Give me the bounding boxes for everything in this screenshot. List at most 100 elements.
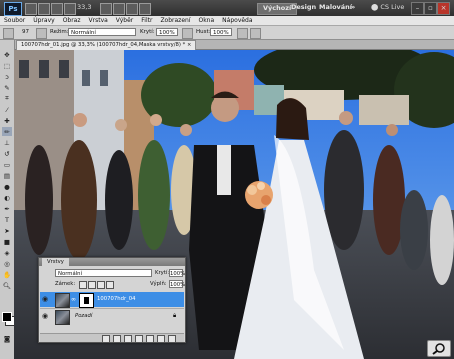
zoom-tool-icon[interactable]	[64, 3, 76, 15]
workspace-more-icon[interactable]: »	[346, 3, 360, 13]
new-layer-icon[interactable]	[157, 335, 165, 343]
clone-stamp-tool-icon[interactable]: ⊥	[2, 138, 12, 147]
layer-opacity-label: Krytí:	[155, 270, 170, 276]
fill-field[interactable]: 100%	[169, 280, 185, 288]
application-bar: Ps 33,3 Výchozí Design Malování » ⬤ CS L…	[0, 0, 454, 16]
rotate-view-icon[interactable]	[113, 3, 125, 15]
quick-mask-icon[interactable]: ◙	[2, 334, 12, 343]
lock-label: Zámek:	[55, 281, 76, 287]
lock-position-icon[interactable]	[97, 281, 105, 289]
zoom-tool-icon[interactable]: 🔍︎	[2, 281, 12, 290]
layer-opacity-field[interactable]: 100%	[169, 269, 185, 277]
mode-select[interactable]: Normální	[68, 28, 136, 36]
blend-mode-select[interactable]: Normální	[55, 269, 152, 277]
lock-icon: 🔒︎	[173, 312, 177, 319]
move-tool-icon[interactable]: ✥	[2, 50, 12, 59]
layer-mask-thumbnail[interactable]	[79, 293, 94, 308]
layer-name[interactable]: Pozadí	[75, 312, 92, 320]
cs-live-button[interactable]: ⬤ CS Live	[371, 3, 404, 11]
menu-file[interactable]: Soubor	[0, 16, 29, 25]
lock-transparency-icon[interactable]	[79, 281, 87, 289]
cs-live-label: CS Live	[380, 3, 405, 11]
quick-select-tool-icon[interactable]: ✎	[2, 83, 12, 92]
eraser-tool-icon[interactable]: ▭	[2, 160, 12, 169]
layers-tab[interactable]: Vrstvy	[42, 258, 69, 266]
menu-image[interactable]: Obraz	[59, 16, 85, 25]
link-layers-icon[interactable]	[102, 335, 110, 343]
toolbox: ✥ ⬚ ↄ ✎ ⌗ ⁄ ✚ ✏ ⊥ ↺ ▭ ▤ ● ◐ ✒ T ➤ ■ ◈ ◎ …	[0, 40, 15, 359]
brush-panel-icon[interactable]	[36, 28, 47, 39]
flow-field[interactable]: 100%	[210, 28, 232, 36]
close-tab-icon[interactable]: ×	[187, 42, 191, 48]
trash-icon[interactable]	[168, 335, 176, 343]
new-group-icon[interactable]	[146, 335, 154, 343]
dodge-tool-icon[interactable]: ◐	[2, 193, 12, 202]
3d-orbit-tool-icon[interactable]: ◎	[2, 259, 12, 268]
brush-tool-icon[interactable]: ✏	[2, 127, 12, 136]
arrange-documents-icon[interactable]	[126, 3, 138, 15]
pressure-opacity-icon[interactable]	[182, 28, 193, 39]
pressure-size-icon[interactable]	[250, 28, 261, 39]
layer-row-selected[interactable]: ◉ ∞ 100707hdr_04	[40, 292, 184, 308]
options-bar: 97 Režim: Normální Krytí: 100% Hust: 100…	[0, 26, 454, 40]
add-mask-icon[interactable]	[124, 335, 132, 343]
lasso-tool-icon[interactable]: ↄ	[2, 72, 12, 81]
gradient-tool-icon[interactable]: ▤	[2, 171, 12, 180]
menu-help[interactable]: Nápověda	[218, 16, 256, 25]
menu-view[interactable]: Zobrazení	[156, 16, 194, 25]
layer-style-icon[interactable]	[113, 335, 121, 343]
layers-footer	[40, 333, 184, 343]
layer-name[interactable]: 100707hdr_04	[97, 295, 136, 303]
hand-tool-icon[interactable]	[100, 3, 112, 15]
adjustment-layer-icon[interactable]	[135, 335, 143, 343]
menu-bar: Soubor Úpravy Obraz Vrstva Výběr Filtr Z…	[0, 16, 454, 26]
3d-rotate-tool-icon[interactable]: ◈	[2, 248, 12, 257]
eye-icon[interactable]: ◉	[42, 296, 51, 303]
menu-window[interactable]: Okna	[194, 16, 218, 25]
close-button[interactable]: ×	[437, 2, 450, 15]
pen-tool-icon[interactable]: ✒	[2, 204, 12, 213]
marquee-tool-icon[interactable]: ⬚	[2, 61, 12, 70]
restore-button[interactable]: ▫	[424, 2, 437, 15]
mask-shape-icon	[84, 297, 89, 304]
layer-row-background[interactable]: ◉ Pozadí 🔒︎	[40, 308, 184, 325]
layers-panel-header[interactable]: Vrstvy	[39, 258, 185, 266]
minimize-button[interactable]: –	[411, 2, 424, 15]
zoom-level[interactable]: 33,3	[77, 3, 91, 11]
airbrush-icon[interactable]	[237, 28, 248, 39]
mode-label: Režim:	[50, 29, 69, 35]
screen-mode-icon[interactable]	[139, 3, 151, 15]
blur-tool-icon[interactable]: ●	[2, 182, 12, 191]
eye-icon[interactable]: ◉	[42, 313, 51, 320]
chain-link-icon[interactable]: ∞	[71, 296, 78, 303]
document-tab-bar: 100707hdr_01.jpg @ 33,3% (100707hdr_04,M…	[14, 40, 454, 50]
layer-thumbnail	[55, 293, 70, 308]
path-selection-tool-icon[interactable]: ➤	[2, 226, 12, 235]
brush-tool-preset-icon[interactable]	[3, 28, 14, 39]
lock-all-icon[interactable]	[106, 281, 114, 289]
menu-filter[interactable]: Filtr	[137, 16, 156, 25]
magnifier-overlay-button[interactable]	[427, 340, 451, 357]
document-tab[interactable]: 100707hdr_01.jpg @ 33,3% (100707hdr_04,M…	[16, 40, 197, 50]
opacity-field[interactable]: 100%	[156, 28, 178, 36]
shape-tool-icon[interactable]: ■	[2, 237, 12, 246]
crop-tool-icon[interactable]: ⌗	[2, 94, 12, 103]
healing-brush-tool-icon[interactable]: ✚	[2, 116, 12, 125]
flow-label: Hust:	[196, 29, 211, 35]
layer-thumbnail	[55, 310, 70, 325]
menu-select[interactable]: Výběr	[112, 16, 137, 25]
brush-size-label[interactable]: 97	[22, 29, 29, 35]
grid-icon[interactable]	[51, 3, 63, 15]
fill-label: Výplň:	[150, 281, 167, 287]
eyedropper-tool-icon[interactable]: ⁄	[2, 105, 12, 114]
menu-edit[interactable]: Úpravy	[29, 16, 58, 25]
bridge-icon[interactable]	[25, 3, 37, 15]
hand-tool-icon[interactable]: ✋	[2, 270, 12, 279]
photoshop-logo: Ps	[4, 2, 22, 16]
mini-bridge-icon[interactable]	[38, 3, 50, 15]
menu-layer[interactable]: Vrstva	[85, 16, 112, 25]
lock-pixels-icon[interactable]	[88, 281, 96, 289]
type-tool-icon[interactable]: T	[2, 215, 12, 224]
foreground-color-swatch[interactable]	[2, 312, 12, 322]
history-brush-tool-icon[interactable]: ↺	[2, 149, 12, 158]
